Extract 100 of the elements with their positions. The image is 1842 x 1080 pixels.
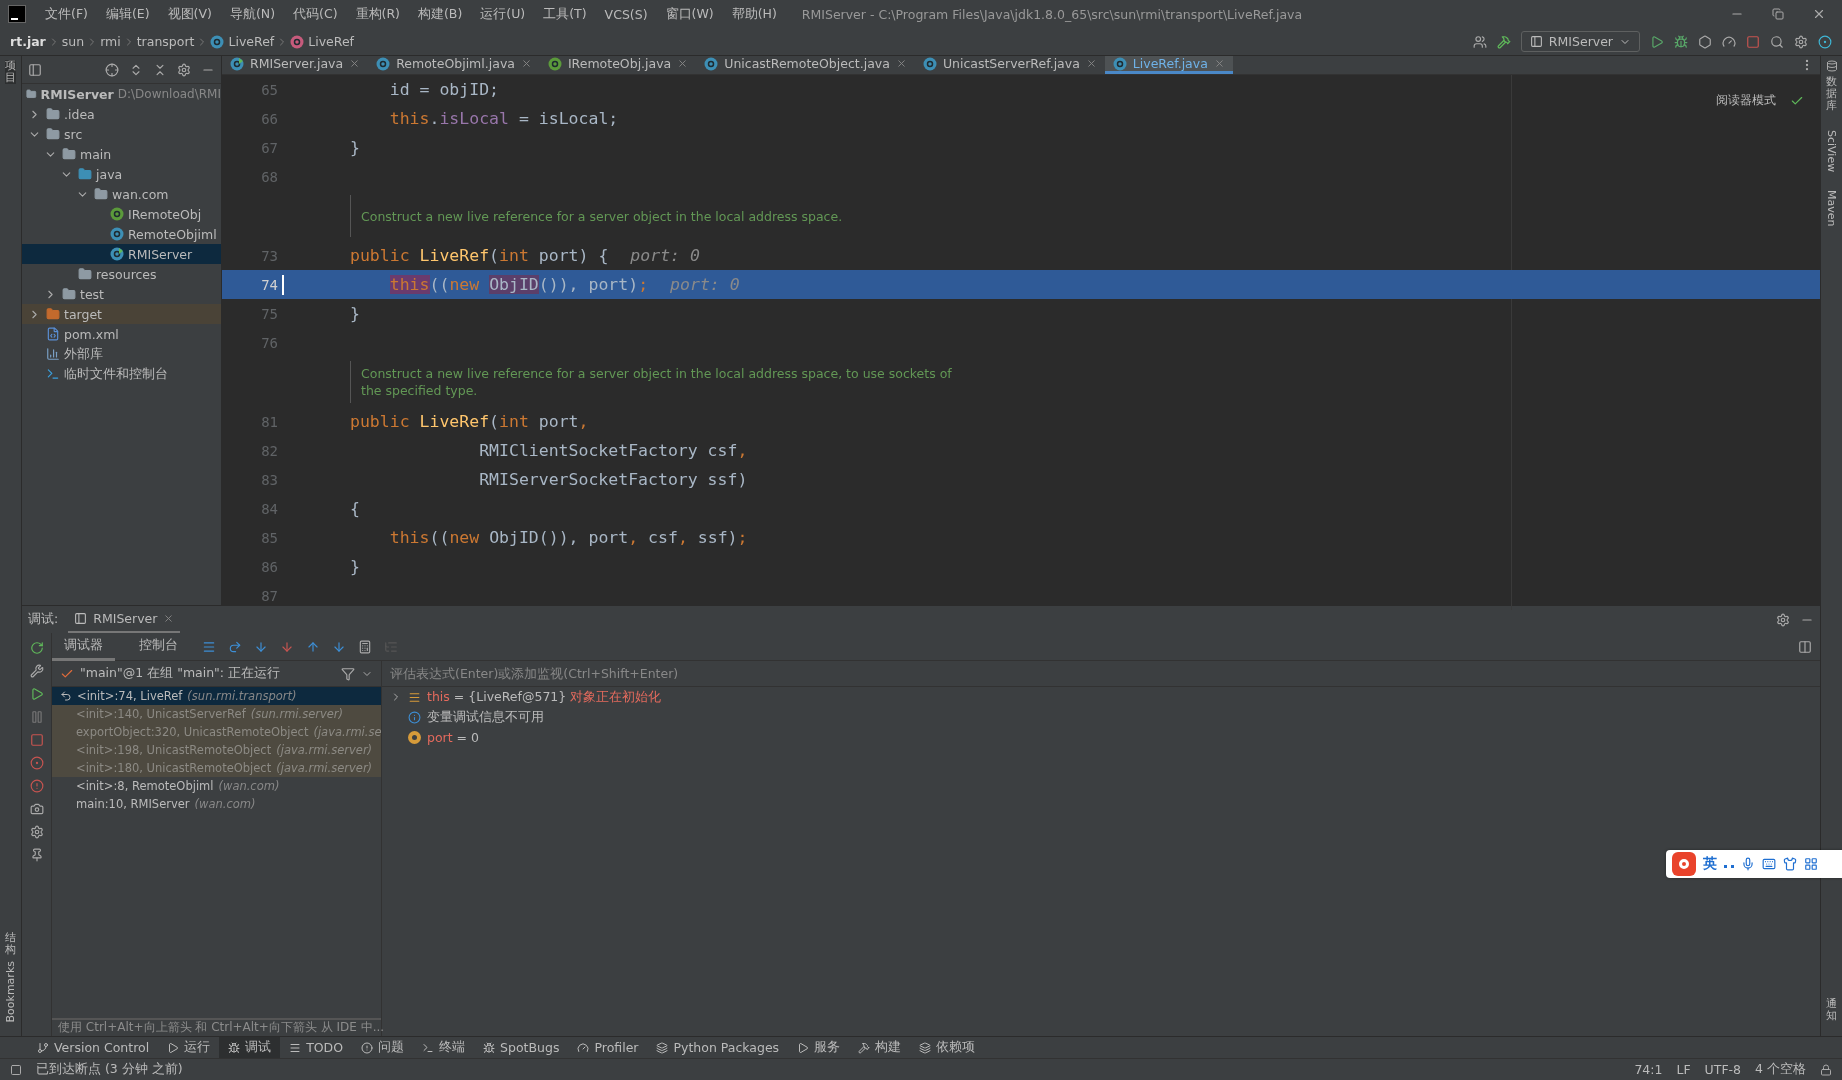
tree-item[interactable]: RemoteObjiml xyxy=(22,224,221,244)
tree-item[interactable]: java xyxy=(22,164,221,184)
side-tool-tab[interactable]: Maven xyxy=(1825,190,1838,227)
run-configuration-dropdown[interactable]: RMIServer xyxy=(1520,31,1640,52)
menu-item[interactable]: VCS(S) xyxy=(595,6,657,22)
editor-tab[interactable]: RemoteObjiml.java xyxy=(368,56,540,74)
close-icon[interactable] xyxy=(1812,7,1826,21)
plugin-icon[interactable] xyxy=(1818,34,1832,49)
tool-window-button[interactable]: SpotBugs xyxy=(474,1036,569,1059)
stack-frame[interactable]: <init>:74, LiveRef (sun.rmi.transport) xyxy=(52,687,381,705)
menu-item[interactable]: 重构(R) xyxy=(346,5,409,23)
filter-icon[interactable] xyxy=(341,666,355,681)
menu-item[interactable]: 编辑(E) xyxy=(96,5,159,23)
step-over-icon[interactable] xyxy=(228,639,242,654)
reader-mode-link[interactable]: 阅读器模式 xyxy=(1716,92,1776,109)
menu-item[interactable]: 帮助(H) xyxy=(722,5,786,23)
tree-item[interactable]: src xyxy=(22,124,221,144)
pin-icon[interactable] xyxy=(29,848,44,862)
tool-window-button[interactable]: 问题 xyxy=(352,1036,414,1059)
settings-icon[interactable] xyxy=(177,62,191,77)
session-tab[interactable]: RMIServer xyxy=(68,606,181,633)
language-toggle[interactable]: 英 xyxy=(1703,855,1717,873)
force-step-into-icon[interactable] xyxy=(280,639,294,654)
pause-icon[interactable] xyxy=(29,710,44,724)
restore-icon[interactable] xyxy=(1772,8,1784,20)
breadcrumb-item[interactable]: rt.jar xyxy=(10,34,46,49)
tree-item[interactable]: RMIServer D:\Download\RMI xyxy=(22,84,221,104)
coverage-icon[interactable] xyxy=(1698,34,1712,49)
layout-icon[interactable] xyxy=(1798,639,1812,654)
collapse-all-icon[interactable] xyxy=(153,62,167,77)
search-icon[interactable] xyxy=(1770,34,1784,49)
close-icon[interactable] xyxy=(1213,58,1225,69)
debugger-tab[interactable]: 调试器 xyxy=(52,632,115,661)
close-icon[interactable] xyxy=(677,58,689,69)
breakpoints-icon[interactable] xyxy=(29,756,44,770)
stack-frame[interactable]: <init>:8, RemoteObjiml (wan.com) xyxy=(52,777,381,795)
notifications-tool-tab[interactable]: 通知 xyxy=(1826,997,1837,1022)
evaluate-icon[interactable] xyxy=(358,639,372,654)
editor-tab[interactable]: LiveRef.java xyxy=(1104,56,1233,74)
tool-window-button[interactable]: 依赖项 xyxy=(910,1036,985,1059)
close-icon[interactable] xyxy=(895,58,907,69)
debugger-tab[interactable]: 控制台 xyxy=(127,632,190,661)
tool-window-button[interactable]: TODO xyxy=(280,1036,353,1059)
tree-item[interactable]: RMIServer xyxy=(22,244,221,264)
shirt-icon[interactable] xyxy=(1783,857,1797,871)
breadcrumb-item[interactable]: LiveRef xyxy=(228,34,275,49)
breadcrumb-item[interactable]: rmi xyxy=(100,34,121,49)
tool-window-button[interactable]: 运行 xyxy=(158,1036,220,1059)
tool-window-button[interactable]: 终端 xyxy=(413,1036,475,1059)
stop-icon[interactable] xyxy=(29,733,44,747)
editor-tab[interactable]: IRemoteObj.java xyxy=(539,56,697,74)
tree-item[interactable]: wan.com xyxy=(22,184,221,204)
tool-window-button[interactable]: 调试 xyxy=(219,1036,281,1059)
run-icon[interactable] xyxy=(1650,34,1664,49)
settings-icon[interactable] xyxy=(1776,612,1790,627)
close-icon[interactable] xyxy=(520,58,532,69)
keyboard-icon[interactable] xyxy=(1762,857,1776,871)
menu-item[interactable]: 窗口(W) xyxy=(656,5,723,23)
breadcrumb-item[interactable]: transport xyxy=(136,34,195,49)
rerun-icon[interactable] xyxy=(29,641,44,655)
tool-window-button[interactable]: Python Packages xyxy=(647,1036,789,1059)
view-icon[interactable] xyxy=(28,62,42,77)
tree-item[interactable]: 外部库 xyxy=(22,344,221,364)
resume-icon[interactable] xyxy=(29,687,44,701)
users-icon[interactable] xyxy=(1472,34,1487,49)
tool-window-button[interactable]: Profiler xyxy=(568,1036,648,1059)
status-item[interactable]: 74:1 xyxy=(1634,1062,1663,1077)
structure-tool-tab[interactable]: 结构 xyxy=(5,932,16,957)
camera-icon[interactable] xyxy=(29,802,44,816)
status-item[interactable]: UTF-8 xyxy=(1704,1062,1742,1077)
tree-item[interactable]: main xyxy=(22,144,221,164)
breadcrumb-item[interactable]: LiveRef xyxy=(308,34,354,49)
tool-window-button[interactable]: 构建 xyxy=(849,1036,911,1059)
database-tool-tab[interactable]: 数据库 xyxy=(1826,76,1837,113)
tool-window-button[interactable]: 服务 xyxy=(788,1036,850,1059)
run-to-cursor-icon[interactable] xyxy=(332,639,346,654)
breadcrumb-item[interactable]: sun xyxy=(61,34,85,49)
menu-item[interactable]: 运行(U) xyxy=(471,5,535,23)
settings-icon[interactable] xyxy=(1794,34,1808,49)
microphone-icon[interactable] xyxy=(1741,857,1755,871)
profile-icon[interactable] xyxy=(1722,34,1736,49)
debug-icon[interactable] xyxy=(1674,34,1688,49)
tree-item[interactable]: .idea xyxy=(22,104,221,124)
tree-item[interactable]: test xyxy=(22,284,221,304)
editor-tab[interactable]: RMIServer.java xyxy=(222,56,369,74)
menu-item[interactable]: 文件(F) xyxy=(36,5,97,23)
menu-item[interactable]: 代码(C) xyxy=(284,5,347,23)
tree-item[interactable]: target xyxy=(22,304,221,324)
tree-item[interactable]: resources xyxy=(22,264,221,284)
wrench-icon[interactable] xyxy=(29,664,44,678)
settings-icon[interactable] xyxy=(29,825,44,839)
menu-item[interactable]: 构建(B) xyxy=(408,5,472,23)
menu-item[interactable]: 导航(N) xyxy=(220,5,285,23)
stop-icon[interactable] xyxy=(1746,34,1760,49)
status-item[interactable]: 4 个空格 xyxy=(1755,1061,1806,1078)
stack-frame[interactable]: main:10, RMIServer (wan.com) xyxy=(52,795,381,813)
tool-window-button[interactable]: Version Control xyxy=(28,1036,159,1059)
locate-icon[interactable] xyxy=(105,62,119,77)
thread-selector[interactable]: "main"@1 在组 "main": 正在运行 xyxy=(80,665,335,682)
hammer-icon[interactable] xyxy=(1496,34,1511,49)
